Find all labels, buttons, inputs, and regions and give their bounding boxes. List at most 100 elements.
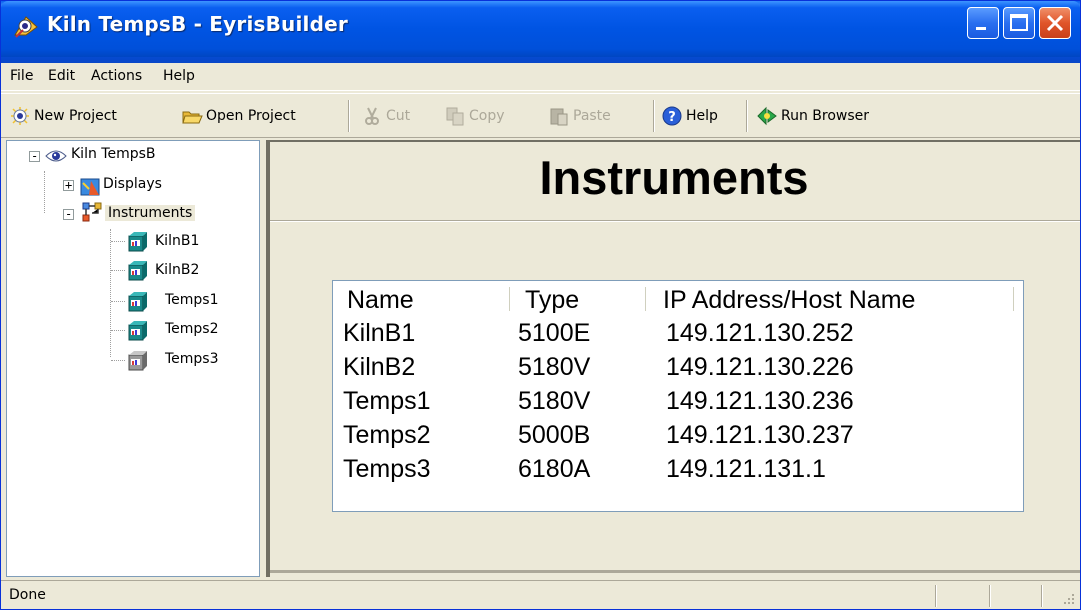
run-browser-icon <box>757 106 777 126</box>
paste-button[interactable]: Paste <box>548 102 611 130</box>
tree-connector <box>110 229 111 357</box>
tree-connector <box>111 360 125 361</box>
cell-type: 5100E <box>518 319 591 347</box>
cell-type: 5000B <box>518 421 591 449</box>
tree-child-label[interactable]: KilnB2 <box>155 262 199 278</box>
cell-type: 5180V <box>518 353 591 381</box>
status-text: Done <box>9 587 46 603</box>
instrument-icon <box>128 292 147 312</box>
displays-icon <box>80 178 100 196</box>
menu-help[interactable]: Help <box>163 68 195 84</box>
project-tree[interactable]: - Kiln TempsB + Displays - Instruments K… <box>6 140 260 577</box>
column-header-type[interactable]: Type <box>525 286 579 315</box>
title-bar[interactable]: Kiln TempsB - EyrisBuilder <box>1 1 1080 63</box>
app-window: Kiln TempsB - EyrisBuilder File Edit Act… <box>0 0 1081 610</box>
window-title: Kiln TempsB - EyrisBuilder <box>47 12 348 36</box>
table-row[interactable]: KilnB2 5180V 149.121.130.226 <box>333 353 1023 387</box>
copy-button[interactable]: Copy <box>444 102 505 130</box>
tree-child-label[interactable]: Temps2 <box>165 321 219 337</box>
help-label: Help <box>686 108 718 124</box>
tree-connector <box>111 301 125 302</box>
project-eye-icon <box>45 150 67 162</box>
new-project-label: New Project <box>34 108 117 124</box>
cell-ip: 149.121.130.237 <box>666 421 854 449</box>
close-button[interactable] <box>1039 7 1071 39</box>
cell-name: Temps1 <box>343 387 431 415</box>
paste-icon <box>550 108 568 126</box>
resize-grip-icon[interactable] <box>1062 592 1076 606</box>
toolbar: New Project Open Project Cut Copy Paste … <box>1 93 1080 138</box>
menu-actions[interactable]: Actions <box>91 68 142 84</box>
expand-toggle[interactable]: + <box>63 178 74 192</box>
content-bottom-border <box>270 570 1080 573</box>
tree-child-label[interactable]: KilnB1 <box>155 233 199 249</box>
svg-text:?: ? <box>668 110 676 125</box>
column-header-ip[interactable]: IP Address/Host Name <box>663 286 915 315</box>
cell-name: KilnB1 <box>343 319 416 347</box>
menu-file[interactable]: File <box>10 68 33 84</box>
table-row[interactable]: Temps3 6180A 149.121.131.1 <box>333 455 1023 489</box>
toolbar-separator <box>348 100 350 132</box>
toolbar-separator <box>653 100 655 132</box>
cell-ip: 149.121.131.1 <box>666 455 826 483</box>
tree-connector <box>111 270 125 271</box>
table-row[interactable]: KilnB1 5100E 149.121.130.252 <box>333 319 1023 353</box>
tree-root-label[interactable]: Kiln TempsB <box>71 146 156 162</box>
tree-child-label[interactable]: Temps1 <box>165 292 219 308</box>
paste-label: Paste <box>573 108 611 124</box>
copy-icon <box>446 107 464 126</box>
eyrisbuilder-app-icon[interactable] <box>13 13 39 39</box>
cut-button[interactable]: Cut <box>361 102 410 130</box>
maximize-button[interactable] <box>1003 7 1035 39</box>
cell-type: 5180V <box>518 387 591 415</box>
instruments-table[interactable]: Name Type IP Address/Host Name KilnB1 51… <box>332 280 1024 512</box>
instrument-icon <box>128 321 147 341</box>
cell-type: 6180A <box>518 455 591 483</box>
new-project-button[interactable]: New Project <box>9 102 117 130</box>
tree-child-label[interactable]: Temps3 <box>165 351 219 367</box>
open-project-button[interactable]: Open Project <box>181 102 296 130</box>
title-divider <box>270 220 1080 222</box>
menu-bar: File Edit Actions Help <box>1 63 1080 91</box>
cell-ip: 149.121.130.236 <box>666 387 854 415</box>
collapse-toggle[interactable]: - <box>63 207 74 221</box>
table-header: Name Type IP Address/Host Name <box>333 281 1023 317</box>
cell-name: Temps3 <box>343 455 431 483</box>
cut-label: Cut <box>386 108 411 124</box>
table-row[interactable]: Temps2 5000B 149.121.130.237 <box>333 421 1023 455</box>
collapse-toggle[interactable]: - <box>29 149 40 163</box>
new-project-icon <box>11 107 29 125</box>
status-bar: Done <box>1 580 1080 609</box>
help-button[interactable]: ? Help <box>661 102 718 130</box>
tree-instruments-label[interactable]: Instruments <box>105 205 196 221</box>
minimize-button[interactable] <box>967 7 999 39</box>
toolbar-separator <box>746 100 748 132</box>
help-icon: ? <box>662 106 682 126</box>
column-divider[interactable] <box>509 287 511 311</box>
instrument-icon <box>128 261 147 281</box>
run-browser-label: Run Browser <box>781 108 870 124</box>
status-divider <box>935 585 937 607</box>
cell-name: Temps2 <box>343 421 431 449</box>
tree-connector <box>111 241 125 242</box>
menu-edit[interactable]: Edit <box>48 68 75 84</box>
table-row[interactable]: Temps1 5180V 149.121.130.236 <box>333 387 1023 421</box>
cell-ip: 149.121.130.226 <box>666 353 854 381</box>
main-content: Instruments Name Type IP Address/Host Na… <box>268 140 1080 577</box>
minimize-icon <box>976 27 986 30</box>
column-divider[interactable] <box>1013 287 1015 311</box>
close-icon <box>1046 14 1064 32</box>
maximize-icon <box>1010 14 1028 31</box>
run-browser-button[interactable]: Run Browser <box>756 102 869 130</box>
open-project-label: Open Project <box>206 108 296 124</box>
tree-displays-label[interactable]: Displays <box>103 176 162 192</box>
cell-name: KilnB2 <box>343 353 416 381</box>
cell-ip: 149.121.130.252 <box>666 319 854 347</box>
instrument-gray-icon <box>128 351 147 371</box>
pane-splitter[interactable] <box>260 140 268 577</box>
tree-connector <box>44 171 45 213</box>
copy-label: Copy <box>469 108 505 124</box>
column-divider[interactable] <box>645 287 647 311</box>
cut-icon <box>365 107 379 125</box>
column-header-name[interactable]: Name <box>347 286 414 315</box>
